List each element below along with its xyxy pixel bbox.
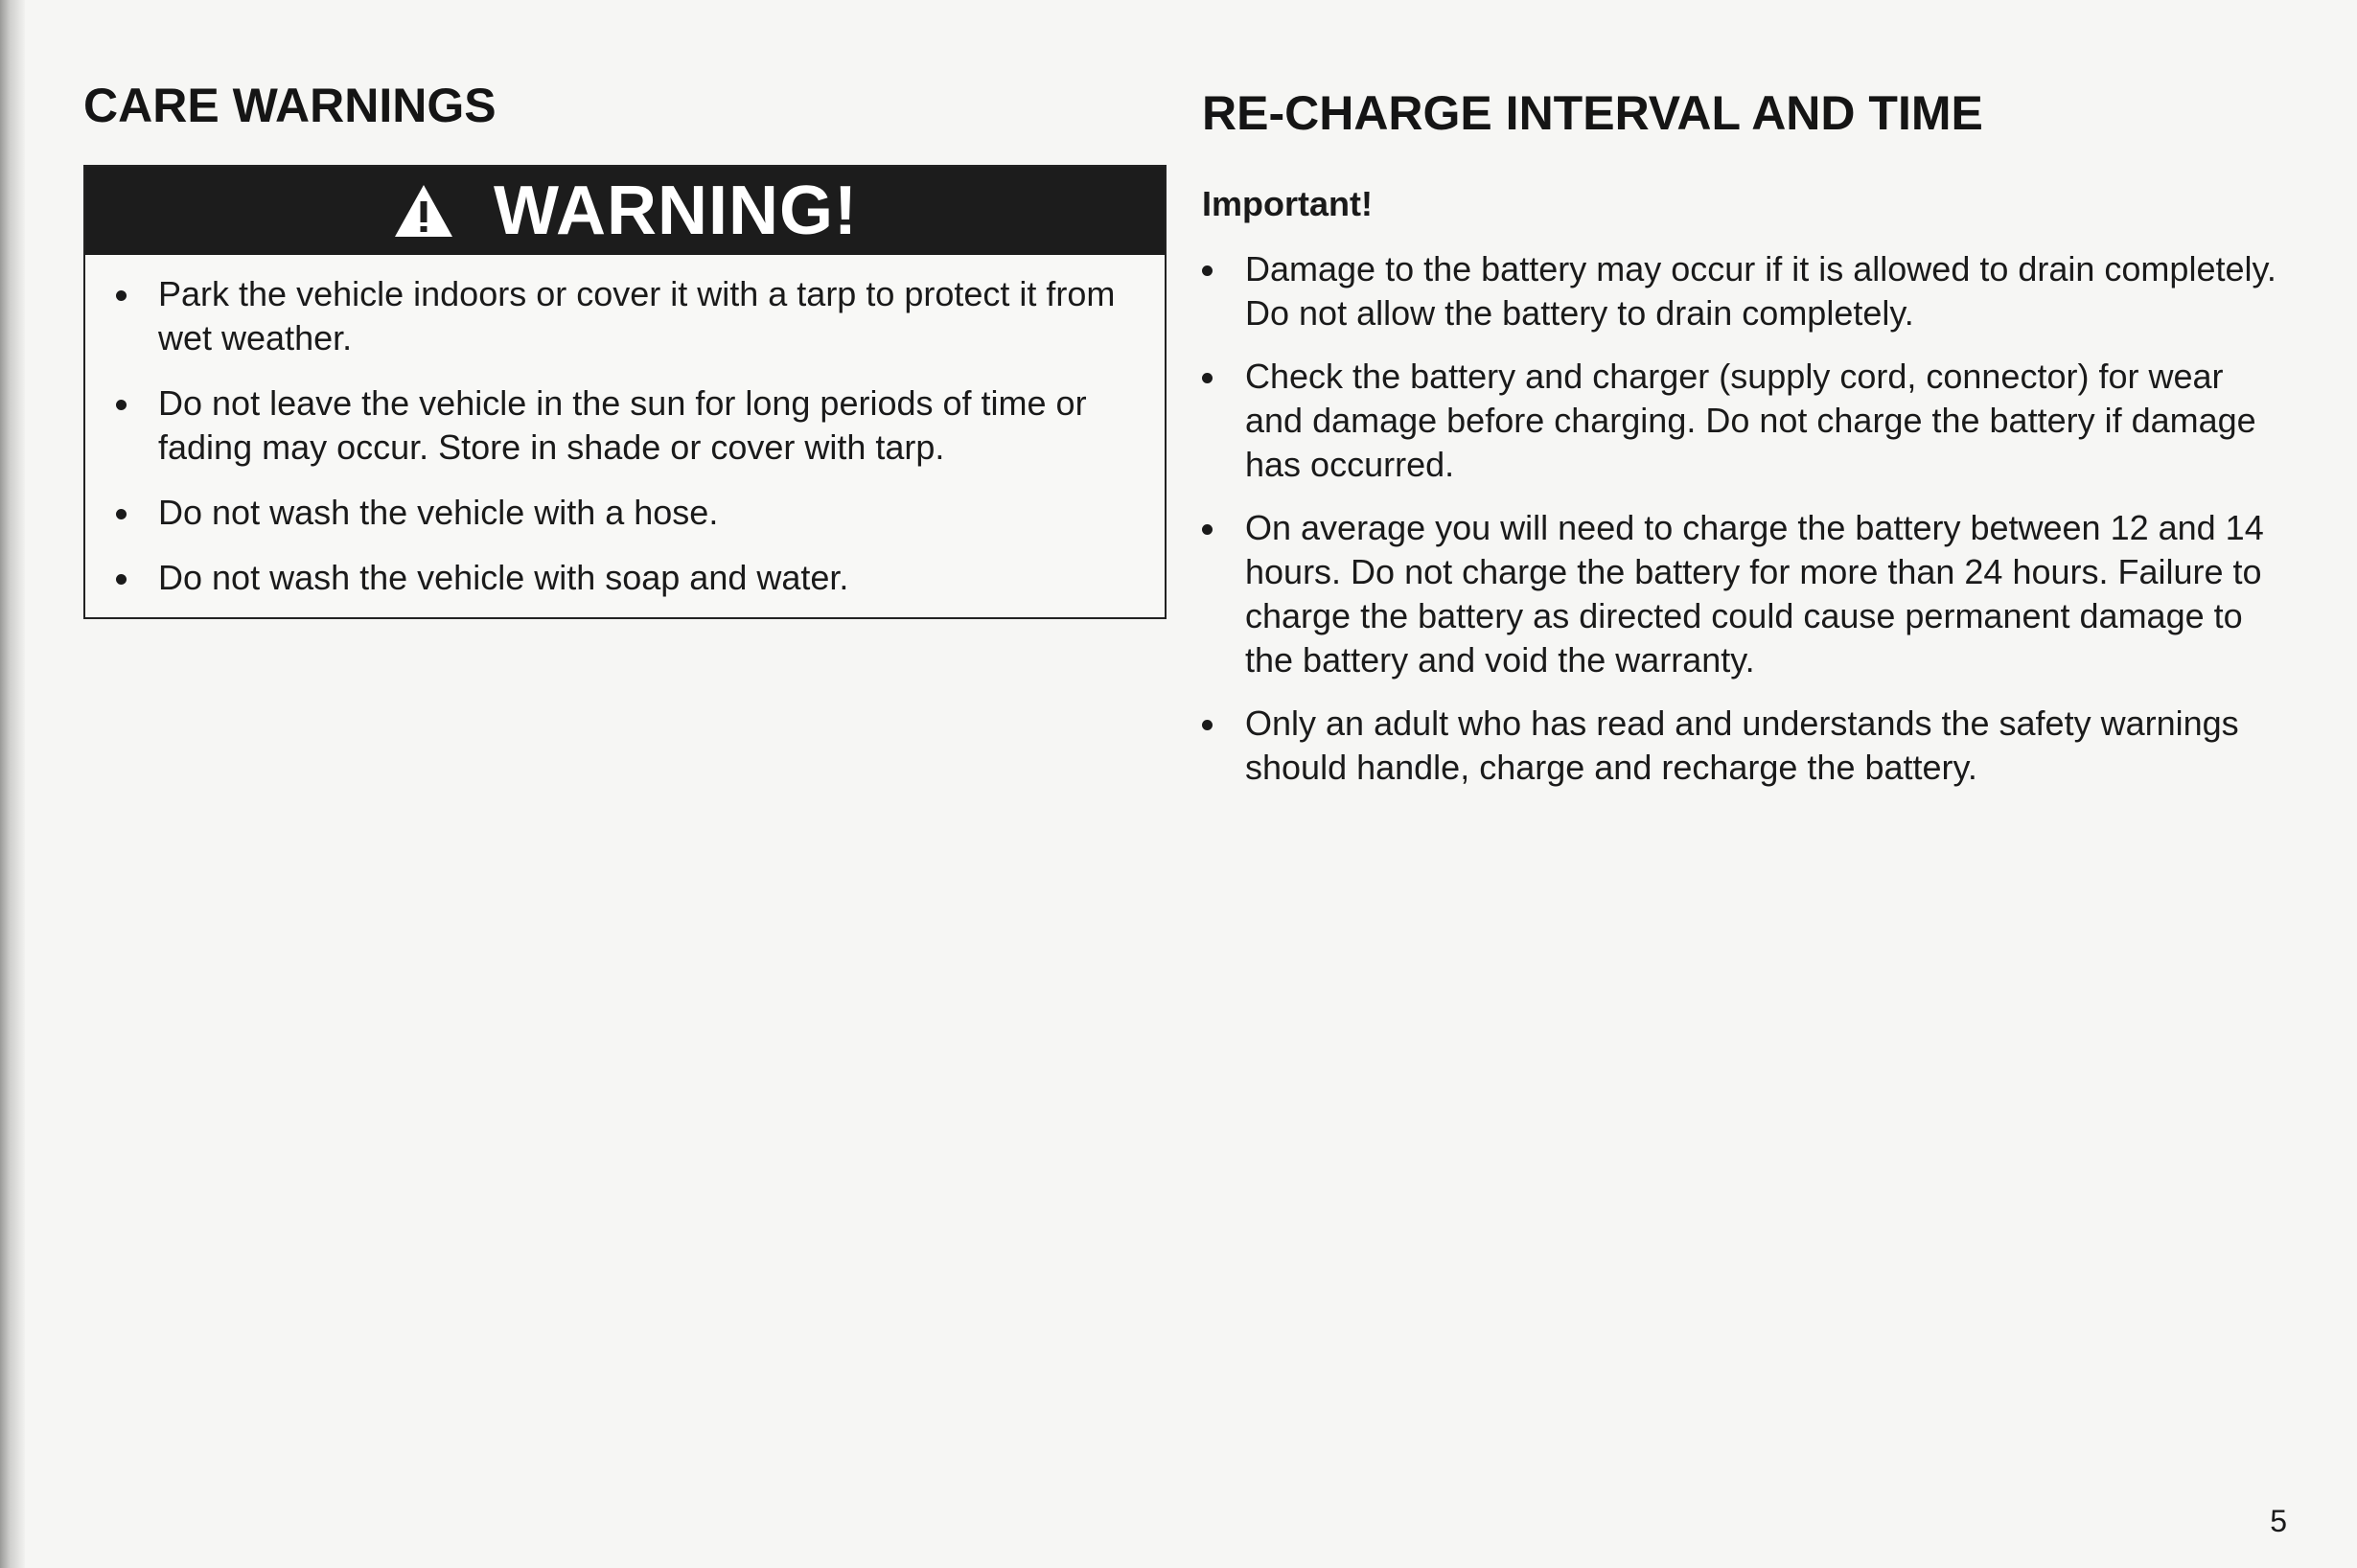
book-spine-shadow [0,0,25,1568]
warning-box: WARNING! Park the vehicle indoors or cov… [83,165,1167,619]
warning-heading: WARNING! [494,173,858,249]
list-item-text: Only an adult who has read and understan… [1245,703,2239,787]
recharge-section: RE-CHARGE INTERVAL AND TIME Important! D… [1202,84,2285,809]
list-item: Park the vehicle indoors or cover it wit… [116,272,1136,360]
recharge-list: Damage to the battery may occur if it is… [1202,247,2285,790]
list-item: Do not wash the vehicle with a hose. [116,491,1136,535]
list-item: Do not leave the vehicle in the sun for … [116,381,1136,470]
list-item-text: Check the battery and charger (supply co… [1245,357,2256,484]
bullet-icon [116,400,127,410]
bullet-icon [116,290,127,301]
list-item-text: Do not leave the vehicle in the sun for … [158,383,1087,467]
page-number: 5 [2270,1504,2287,1538]
list-item-text: Damage to the battery may occur if it is… [1245,249,2276,333]
list-item: Check the battery and charger (supply co… [1202,355,2285,487]
list-item-text: On average you will need to charge the b… [1245,508,2264,680]
list-item: Only an adult who has read and understan… [1202,702,2285,790]
list-item: On average you will need to charge the b… [1202,506,2285,682]
bullet-icon [1202,720,1213,730]
care-warnings-list: Park the vehicle indoors or cover it wit… [85,255,1165,617]
bullet-icon [1202,373,1213,383]
bullet-icon [116,509,127,519]
bullet-icon [1202,265,1213,276]
warning-triangle-icon [395,185,453,237]
important-label: Important! [1202,184,1373,223]
bullet-icon [116,574,127,585]
recharge-title: RE-CHARGE INTERVAL AND TIME [1202,86,1983,140]
list-item-text: Park the vehicle indoors or cover it wit… [158,274,1116,357]
care-warnings-title: CARE WARNINGS [83,79,497,132]
care-warnings-section: CARE WARNINGS WARNING! Park the vehicle … [83,77,1167,619]
bullet-icon [1202,524,1213,535]
list-item-text: Do not wash the vehicle with soap and wa… [158,558,849,597]
list-item: Damage to the battery may occur if it is… [1202,247,2285,335]
warning-header: WARNING! [85,167,1165,255]
list-item: Do not wash the vehicle with soap and wa… [116,556,1136,600]
list-item-text: Do not wash the vehicle with a hose. [158,493,719,532]
